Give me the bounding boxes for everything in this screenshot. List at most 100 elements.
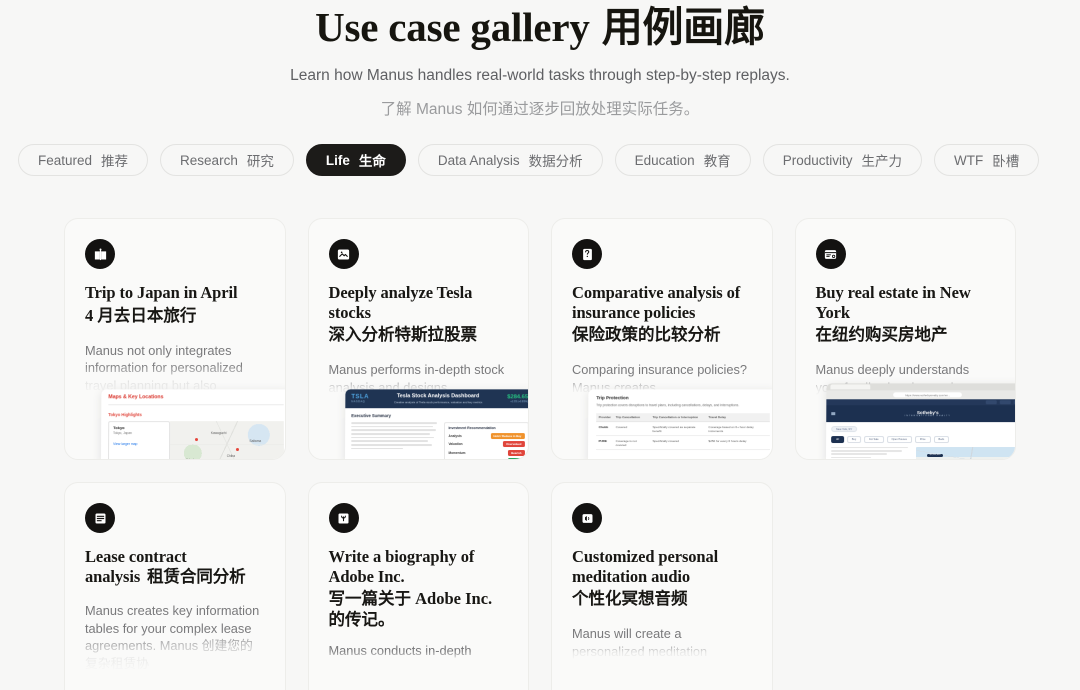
site-brand: Sotheby's INTERNATIONAL REALTY [835,410,1015,418]
use-case-card-lease-contract[interactable]: Lease contract analysis 租赁合同分析 Manus crea… [64,482,286,690]
filter-chip: All [830,436,844,444]
summary-text [350,422,437,459]
row-label: Analysts [447,433,462,438]
card-title-en-line1: Lease contract [85,547,187,566]
map-label-1: Saitama [249,439,262,444]
page-title-cn: 用例画廊 [601,4,765,50]
thumb-heading: Maps & Key Locations [108,394,164,401]
map-label-2: Chiba [226,454,236,459]
tab-data-analysis-label-en: Data Analysis [437,152,520,168]
column-header: Travel Delay [705,413,770,422]
document-lines-icon [85,503,115,533]
card-description: Manus will create a personalized meditat… [572,626,708,659]
card-title-en: Comparative analysis of insurance polici… [572,283,741,322]
table-header-row: Provider Trip Cancellation Trip Cancella… [596,413,770,422]
row-label: Valuation [447,442,463,447]
filter-chip: For Sale [863,436,884,444]
row-label: Momentum [447,450,465,455]
table-row: Chubb Covered Specifically covered as se… [596,421,770,436]
table-cell: Specifically covered as separate benefit [650,421,706,436]
tab-productivity[interactable]: Productivity 生产力 [762,144,922,176]
map-label-3: Yokohama [185,457,201,460]
page-title: Use case gallery 用例画廊 [0,0,1080,52]
tab-education[interactable]: Education 教育 [614,144,751,176]
listing-map: $2,950,000 $1,795,000 [915,447,1016,459]
card-title-cn: 深入分析特斯拉股票 [328,325,478,344]
map-larger-link: View larger map [113,442,138,447]
browser-url: https://www.sothebysrealty.com/en... [892,392,962,398]
insurance-hand-icon [572,239,602,269]
tab-data-analysis-label-cn: 数据分析 [528,154,583,169]
map-info-card: Tokyo Tokyo, Japan View larger map [107,421,171,459]
column-header: Trip Cancellation [613,413,651,422]
card-title-en: Deeply analyze Tesla stocks [328,283,473,322]
real-estate-card-icon [815,239,846,269]
table-cell: $250 for every 6 hours delay [705,435,770,450]
dashboard-title-block: Tesla Stock Analysis Dashboard Creative … [393,393,481,404]
row-badge: Positive [507,458,525,459]
card-description: Manus conducts in-depth research using p… [328,643,472,664]
comparison-table: Provider Trip Cancellation Trip Cancella… [596,413,770,450]
audio-meditation-icon [572,503,602,533]
filter-chip: Open Houses [886,436,912,444]
table-cell: Coverage based on 6+ hour delay incremen… [705,421,770,436]
card-title-en: Customized personal meditation audio [572,547,719,586]
tab-education-label-en: Education [634,152,695,168]
use-case-card-tesla-stocks[interactable]: Deeply analyze Tesla stocks 深入分析特斯拉股票 Ma… [307,218,529,460]
table-cell: Chubb [596,421,614,436]
column-header: Trip Cancellation or Interruption [650,413,706,422]
use-case-card-trip-japan[interactable]: Trip to Japan in April 4 月去日本旅行 Manus no… [64,218,286,460]
tab-featured[interactable]: Featured 推荐 [18,144,149,176]
tab-data-analysis[interactable]: Data Analysis 数据分析 [417,144,603,176]
map-price-pin: $2,950,000 [926,453,943,457]
use-case-card-meditation-audio[interactable]: Customized personal meditation audio 个性化… [551,482,773,690]
recommendation-row: Analysts Hold / Reduce in Buy [447,432,524,439]
tab-life-label-cn: 生命 [358,154,386,169]
card-title-en: Buy real estate in New York [815,283,971,322]
browser-tab [829,384,870,390]
row-badge: Overvalued [502,441,524,448]
tab-wtf[interactable]: WTF 卧槽 [933,144,1040,176]
table-paragraph: Trip protection covers disruptions to tr… [596,403,740,408]
tab-life-label-en: Life [325,152,350,168]
open-book-icon [85,239,115,269]
tab-productivity-label-cn: 生产力 [861,154,902,169]
ticker-symbol: TSLA NASDAQ [351,394,369,403]
price-block: $284.65 +2.35 (+0.83%) [507,394,528,403]
recommendation-panel: Investment Recommendation Analysts Hold … [443,422,529,460]
dashboard-title: Tesla Stock Analysis Dashboard [396,393,479,400]
card-description: Manus not only integrates information fo… [85,342,243,393]
row-label: Long Term [448,459,464,460]
row-badge: Bearish [507,449,524,456]
card-title-en-line2: analysis [85,566,141,586]
tab-research[interactable]: Research 研究 [160,144,294,176]
use-case-card-real-estate-ny[interactable]: Buy real estate in New York 在纽约购买房地产 Man… [794,218,1016,460]
executive-summary-heading: Executive Summary [350,413,391,419]
breadcrumb-chip: New York, NY [830,426,857,433]
filter-chip: Beds [933,436,949,444]
page-title-en: Use case gallery [315,4,590,50]
row-badge: Hold / Reduce in Buy [489,432,524,439]
table-cell: Specifically covered [649,435,707,450]
use-case-card-adobe-biography[interactable]: Write a biography of Adobe Inc. 写一篇关于 Ad… [307,482,529,690]
filter-chip: Price [914,436,931,444]
table-cell: Covered [613,421,651,436]
card-title-cn: 写一篇关于 Adobe Inc.的传记。 [328,589,493,629]
card-description: Manus creates key information tables for… [85,602,265,672]
panel-title: Investment Recommendation [447,426,496,431]
thumb-subheading: Tokyo Highlights [108,412,142,418]
card-title-en: Trip to Japan in April [85,283,238,302]
card-title-cn: 保险政策的比较分析 [572,325,721,344]
category-tabs: Featured 推荐 Research 研究 Life 生命 Data Ana… [0,144,1080,176]
use-case-card-insurance-policies[interactable]: Comparative analysis of insurance polici… [551,218,773,460]
tab-life[interactable]: Life 生命 [305,144,406,176]
card-title-en: Write a biography of Adobe Inc. [328,547,475,586]
tab-wtf-label-cn: 卧槽 [992,154,1020,169]
filter-bar: All Buy For Sale Open Houses Price Beds [830,436,1015,444]
recommendation-row: Valuation Overvalued [447,441,524,448]
dashboard-header: TSLA NASDAQ Tesla Stock Analysis Dashboa… [344,389,529,409]
card-thumbnail-comparison-table: Trip Protection Trip protection covers d… [588,389,772,459]
map-label-0: Kawaguchi [210,431,227,436]
tab-featured-label-cn: 推荐 [101,154,129,169]
site-brand-sub: INTERNATIONAL REALTY [904,415,951,418]
